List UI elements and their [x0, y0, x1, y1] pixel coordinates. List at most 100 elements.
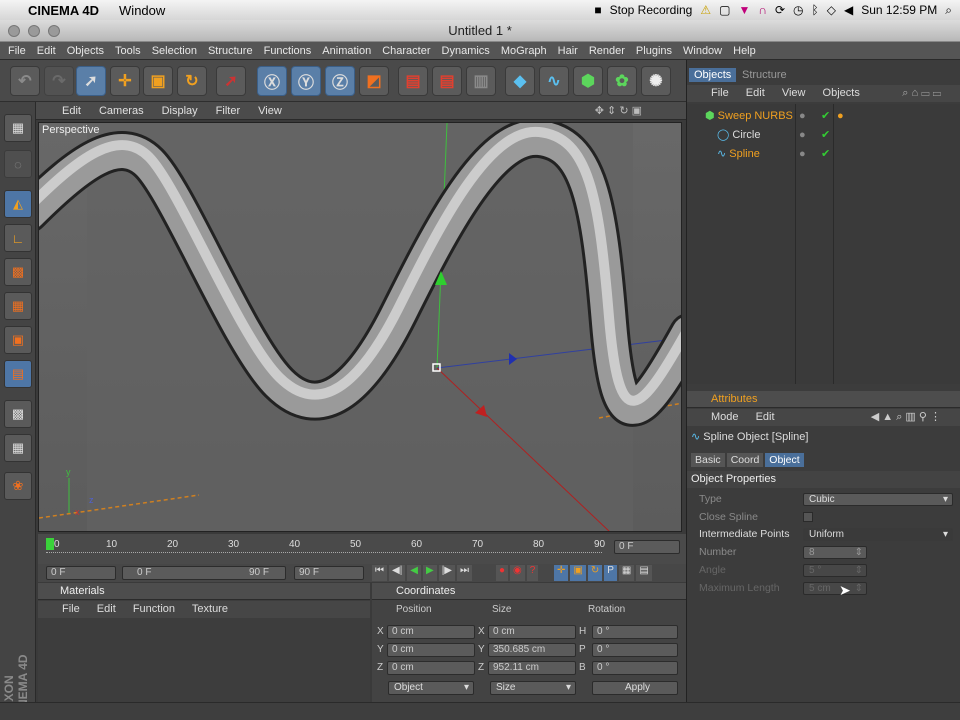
- coordinate-system-icon[interactable]: ◩: [359, 66, 389, 96]
- use-polygons-icon[interactable]: ▩: [4, 258, 32, 286]
- headphones-icon[interactable]: ∩: [758, 3, 767, 17]
- enabled-check-icon[interactable]: ✔: [821, 107, 830, 125]
- live-selection-icon[interactable]: ➚: [76, 66, 106, 96]
- current-frame-field[interactable]: 0 F: [614, 540, 680, 554]
- size-mode-select[interactable]: Size ▾: [490, 681, 576, 695]
- key-scale-icon[interactable]: ▣: [570, 565, 586, 581]
- add-nurbs-icon[interactable]: ⬢: [573, 66, 603, 96]
- auto-key-icon[interactable]: ◉: [510, 565, 525, 581]
- materials-menu-file[interactable]: File: [62, 603, 80, 615]
- clock-icon[interactable]: ◷: [793, 3, 803, 17]
- y-axis-lock-icon[interactable]: Ⓨ: [291, 66, 321, 96]
- pos-y-field[interactable]: 0 cm: [387, 643, 475, 657]
- play-backward-icon[interactable]: ◀: [407, 565, 421, 581]
- wifi-icon[interactable]: ◇: [827, 3, 836, 17]
- enable-axis-icon[interactable]: ▦: [4, 292, 32, 320]
- tab-object[interactable]: Object: [765, 453, 804, 467]
- materials-menu-edit[interactable]: Edit: [97, 603, 116, 615]
- objects-menu-edit[interactable]: Edit: [746, 87, 765, 99]
- menu-plugins[interactable]: Plugins: [636, 45, 672, 57]
- add-spline-icon[interactable]: ∿: [539, 66, 569, 96]
- menu-structure[interactable]: Structure: [208, 45, 253, 57]
- scale-icon[interactable]: ▣: [143, 66, 173, 96]
- menu-functions[interactable]: Functions: [264, 45, 312, 57]
- go-to-end-icon[interactable]: ⏭: [457, 565, 472, 581]
- zoom-window-icon[interactable]: [48, 25, 60, 37]
- viewport-nav-icons[interactable]: ✥ ⇕ ↻ ▣: [595, 104, 642, 117]
- mac-menu-window[interactable]: Window: [119, 3, 165, 18]
- undo-icon[interactable]: ↶: [10, 66, 40, 96]
- stop-recording-label[interactable]: Stop Recording: [610, 3, 693, 17]
- app-name[interactable]: CINEMA 4D: [28, 3, 99, 18]
- size-y-field[interactable]: 350.685 cm: [488, 643, 576, 657]
- sculpt-icon[interactable]: ❀: [4, 472, 32, 500]
- pos-z-field[interactable]: 0 cm: [387, 661, 475, 675]
- minimize-window-icon[interactable]: [28, 25, 40, 37]
- menu-animation[interactable]: Animation: [322, 45, 371, 57]
- menu-mograph[interactable]: MoGraph: [501, 45, 547, 57]
- visibility-dots[interactable]: ●: [799, 126, 806, 144]
- objects-menu-file[interactable]: File: [711, 87, 729, 99]
- perspective-viewport[interactable]: y z x: [38, 122, 682, 532]
- menu-hair[interactable]: Hair: [558, 45, 578, 57]
- coordinate-mode-select[interactable]: Object ▾: [388, 681, 474, 695]
- attributes-menu-mode[interactable]: Mode: [711, 411, 739, 423]
- move-icon[interactable]: ✛: [110, 66, 140, 96]
- key-rotation-icon[interactable]: ↻: [587, 565, 603, 581]
- attributes-nav-icons[interactable]: ◀ ▲ ⌕ ▥ ⚲ ⋮: [871, 409, 941, 426]
- visibility-dots[interactable]: ●: [799, 145, 806, 163]
- add-cube-icon[interactable]: ◆: [505, 66, 535, 96]
- menu-objects[interactable]: Objects: [67, 45, 104, 57]
- tab-coord[interactable]: Coord: [726, 453, 764, 467]
- range-slider[interactable]: 0 F 90 F: [122, 566, 286, 580]
- x-axis-lock-icon[interactable]: Ⓧ: [257, 66, 287, 96]
- menu-tools[interactable]: Tools: [115, 45, 141, 57]
- enabled-check-icon[interactable]: ✔: [821, 145, 830, 163]
- objects-search-icon[interactable]: ⌕ ⌂ ▭ ▭: [902, 85, 941, 102]
- attributes-menu-edit[interactable]: Edit: [756, 411, 775, 423]
- tab-structure[interactable]: Structure: [737, 68, 792, 82]
- go-to-start-icon[interactable]: ⏮: [372, 565, 387, 581]
- rotate-icon[interactable]: ↻: [177, 66, 207, 96]
- tag-icon[interactable]: ●: [837, 107, 844, 125]
- menu-window[interactable]: Window: [683, 45, 722, 57]
- render-settings-icon[interactable]: ▥: [466, 66, 496, 96]
- sync-icon[interactable]: ⟳: [775, 3, 785, 17]
- key-position-icon[interactable]: ✛: [554, 565, 569, 581]
- object-row-spline[interactable]: ∿ Spline ● ✔: [687, 145, 960, 163]
- prev-key-icon[interactable]: ◀|: [389, 565, 406, 581]
- end-frame-field[interactable]: 90 F: [294, 566, 364, 580]
- timeline-menu-icon[interactable]: ▤: [636, 565, 652, 581]
- objects-menu-objects[interactable]: Objects: [823, 87, 860, 99]
- play-forward-icon[interactable]: ▶: [423, 565, 437, 581]
- menu-edit[interactable]: Edit: [37, 45, 56, 57]
- key-selection-icon[interactable]: ?: [526, 565, 539, 581]
- tab-objects[interactable]: Objects: [689, 68, 737, 82]
- close-spline-checkbox[interactable]: [803, 512, 813, 522]
- spotlight-icon[interactable]: ⌕: [945, 3, 952, 18]
- viewport-menu-edit[interactable]: Edit: [62, 105, 81, 117]
- size-x-field[interactable]: 0 cm: [488, 625, 576, 639]
- record-keys-icon[interactable]: ●: [496, 565, 509, 581]
- materials-menu-function[interactable]: Function: [133, 603, 175, 615]
- timeline-ruler[interactable]: 0 10 20 30 40 50 60 70 80 90 0 F: [38, 534, 686, 564]
- viewport-menu-cameras[interactable]: Cameras: [99, 105, 144, 117]
- menu-character[interactable]: Character: [382, 45, 430, 57]
- render-view-icon[interactable]: ▤: [398, 66, 428, 96]
- bluetooth-icon[interactable]: ᛒ: [812, 3, 819, 17]
- object-row-sweep[interactable]: ⬢ Sweep NURBS ● ✔ ●: [687, 107, 960, 125]
- display-icon[interactable]: ▢: [719, 3, 730, 17]
- mograph-icon[interactable]: ▼: [738, 3, 750, 17]
- add-array-icon[interactable]: ✿: [607, 66, 637, 96]
- viewport-menu-filter[interactable]: Filter: [216, 105, 240, 117]
- next-key-icon[interactable]: |▶: [438, 565, 455, 581]
- redo-icon[interactable]: ↷: [44, 66, 74, 96]
- add-deformer-icon[interactable]: ✺: [641, 66, 671, 96]
- warning-icon[interactable]: ⚠: [700, 3, 711, 17]
- z-axis-lock-icon[interactable]: Ⓩ: [325, 66, 355, 96]
- type-select[interactable]: Cubic ▾: [803, 493, 953, 506]
- rot-p-field[interactable]: 0 °: [592, 643, 678, 657]
- playhead-marker[interactable]: [46, 538, 54, 550]
- enabled-check-icon[interactable]: ✔: [821, 126, 830, 144]
- snap-icon[interactable]: ▩: [4, 400, 32, 428]
